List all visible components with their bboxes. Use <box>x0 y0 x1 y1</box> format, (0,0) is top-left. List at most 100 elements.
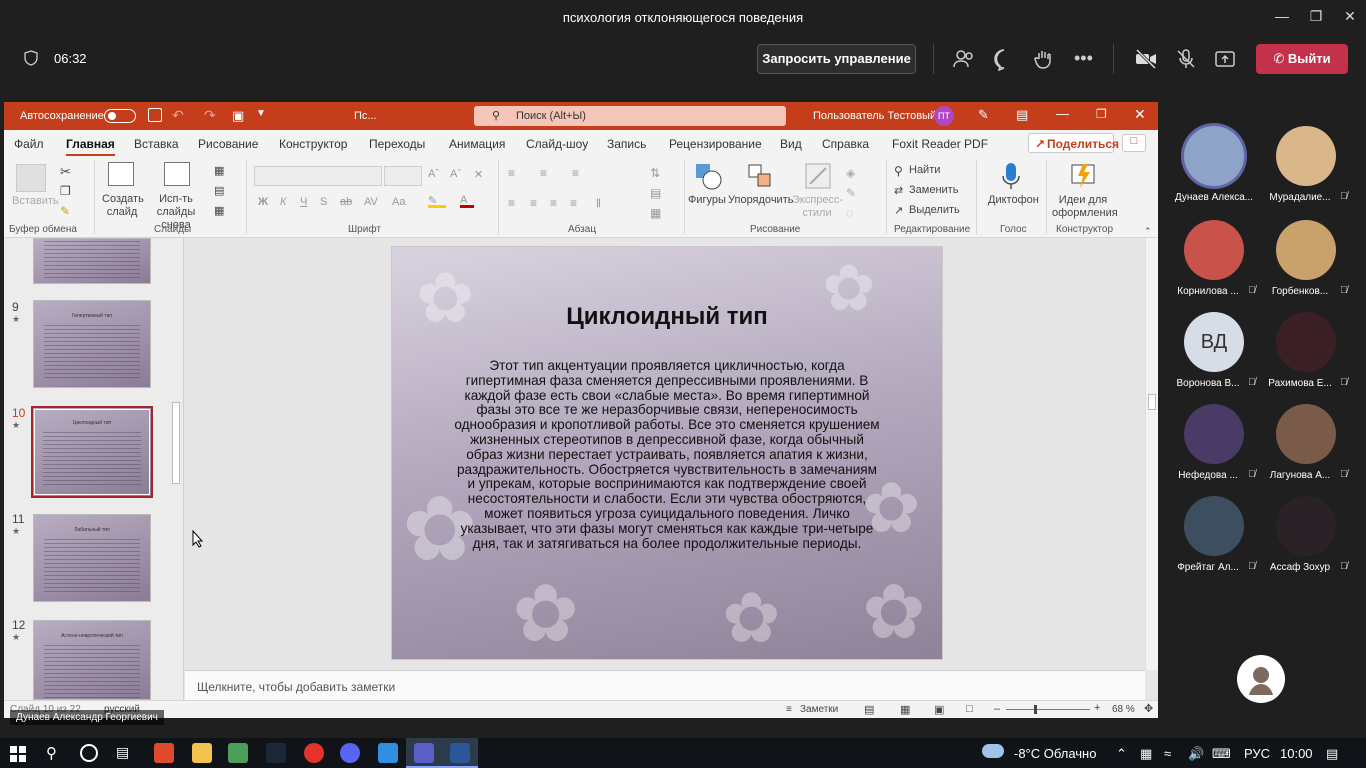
find-label[interactable]: Найти <box>909 164 940 176</box>
tab-slideshow[interactable]: Слайд-шоу <box>526 137 588 151</box>
new-slide-icon[interactable] <box>108 162 134 186</box>
change-case-icon[interactable]: Aa <box>392 196 405 208</box>
pen-icon[interactable]: ✎ <box>978 107 989 123</box>
shrink-font-icon[interactable]: Aˇ <box>450 168 461 180</box>
find-icon[interactable]: ⚲ <box>894 164 903 178</box>
align-text-icon[interactable]: ▤ <box>650 186 661 200</box>
document-name[interactable]: Пс... <box>354 110 377 122</box>
steam-icon[interactable] <box>266 743 286 763</box>
slide-scrollbar[interactable] <box>1145 238 1158 670</box>
participant-tile[interactable]: Мурадалие... 🎙̸ <box>1260 126 1352 218</box>
discord-icon[interactable] <box>340 743 360 763</box>
design-ideas-icon[interactable] <box>1070 162 1096 190</box>
fit-slide-icon[interactable]: ✥ <box>1144 702 1153 715</box>
tab-transitions[interactable]: Переходы <box>369 137 425 151</box>
pp-minimize-icon[interactable]: — <box>1056 106 1069 121</box>
participant-tile[interactable]: Дунаев Алекса... <box>1168 126 1260 218</box>
autosave-toggle[interactable] <box>104 109 136 123</box>
clear-format-icon[interactable]: ✕ <box>474 168 483 181</box>
numbering-icon[interactable]: ≡ <box>540 166 547 180</box>
mic-off-icon[interactable] <box>1174 47 1198 71</box>
bullets-icon[interactable]: ≡ <box>508 166 515 180</box>
word-taskbar-button[interactable] <box>442 738 478 768</box>
zoom-out-icon[interactable]: – <box>994 703 1000 715</box>
columns-icon[interactable]: ‖ <box>596 196 601 210</box>
slide-thumbnail-11[interactable]: Лабильный тип <box>33 514 151 602</box>
windows-start-icon[interactable] <box>10 746 26 762</box>
slide-thumbnail-10-selected[interactable]: Циклоидный тип <box>31 406 153 498</box>
participant-tile[interactable]: Рахимова Е... 🎙̸ <box>1260 312 1352 404</box>
tab-review[interactable]: Рецензирование <box>669 137 762 151</box>
ribbon-display-icon[interactable]: ▤ <box>1016 107 1028 123</box>
collapse-ribbon-icon[interactable]: ⌃ <box>1144 226 1152 237</box>
replace-label[interactable]: Заменить <box>909 184 958 196</box>
share-button[interactable]: ↗ Поделиться <box>1028 133 1119 153</box>
self-view-avatar[interactable] <box>1237 655 1285 703</box>
tab-animations[interactable]: Анимация <box>449 137 505 151</box>
slide-thumbnail-9[interactable]: Гипертимный тип <box>33 300 151 388</box>
slide-title[interactable]: Циклоидный тип <box>392 303 942 331</box>
reuse-slides-icon[interactable] <box>164 162 190 186</box>
font-size-dropdown[interactable] <box>384 166 422 186</box>
new-slide-label[interactable]: Создать слайд <box>102 193 144 219</box>
minimize-icon[interactable]: — <box>1272 6 1292 26</box>
participant-tile[interactable]: Ассаф Зохур 🎙̸ <box>1260 496 1352 588</box>
strikethrough-icon[interactable]: ab <box>340 196 352 208</box>
volume-icon[interactable]: 🔊 <box>1188 746 1204 762</box>
slide-thumbnail-8[interactable] <box>33 238 151 284</box>
present-icon[interactable]: ▣ <box>232 108 244 124</box>
weather-text[interactable]: -8°C Облачно <box>1014 746 1096 761</box>
current-slide[interactable]: ✿ ✿ ✿ ✿ ✿ ✿ ✿ Циклоидный тип Этот тип ак… <box>391 246 943 660</box>
quick-styles-label[interactable]: Экспресс-стили <box>792 194 843 220</box>
copy-icon[interactable]: ❐ <box>60 184 71 198</box>
notes-toggle[interactable]: Заметки <box>800 704 838 715</box>
user-avatar[interactable]: ПТ <box>934 106 954 126</box>
format-painter-icon[interactable]: ✎ <box>60 204 70 218</box>
store-icon[interactable] <box>228 743 248 763</box>
zoom-level[interactable]: 68 % <box>1112 704 1135 715</box>
network-icon[interactable]: ▦ <box>1140 746 1152 762</box>
redo-icon[interactable]: ↷ <box>204 107 216 124</box>
tab-view[interactable]: Вид <box>780 137 802 151</box>
participant-tile[interactable]: Фрейтаг Ал... 🎙̸ <box>1168 496 1260 588</box>
select-icon[interactable]: ↗ <box>894 204 903 217</box>
select-label[interactable]: Выделить <box>909 204 960 216</box>
section-icon[interactable]: ▦ <box>214 204 224 217</box>
yandex-browser-icon[interactable] <box>304 743 324 763</box>
customize-qat-icon[interactable]: ▼ <box>256 108 266 119</box>
shapes-label[interactable]: Фигуры <box>688 194 726 206</box>
reset-icon[interactable]: ▤ <box>214 184 224 197</box>
align-center-icon[interactable]: ≡ <box>530 196 537 210</box>
italic-icon[interactable]: К <box>280 196 286 208</box>
quick-styles-icon[interactable] <box>804 162 832 190</box>
notifications-icon[interactable]: ▤ <box>1326 746 1338 762</box>
tab-draw[interactable]: Рисование <box>198 137 258 151</box>
input-language[interactable]: РУС <box>1244 746 1270 761</box>
participant-tile[interactable]: ВД Воронова В... 🎙̸ <box>1168 312 1260 404</box>
arrange-label[interactable]: Упорядочить <box>728 194 793 206</box>
participant-tile[interactable]: Корнилова ... 🎙̸ <box>1168 220 1260 312</box>
highlight-icon[interactable]: ✎ <box>428 194 446 208</box>
design-ideas-label[interactable]: Идеи для оформления <box>1052 194 1118 220</box>
file-explorer-icon[interactable] <box>192 743 212 763</box>
align-left-icon[interactable]: ≡ <box>508 196 515 210</box>
shape-effects-icon[interactable]: ◌ <box>846 206 853 220</box>
keyboard-icon[interactable]: ⌨ <box>1212 746 1231 762</box>
participants-icon[interactable] <box>952 47 976 71</box>
camera-off-icon[interactable] <box>1134 47 1158 71</box>
search-box[interactable]: ⚲ Поиск (Alt+Ы) <box>474 106 786 126</box>
shapes-icon[interactable] <box>694 162 722 190</box>
slide-body-text[interactable]: Этот тип акцентуации проявляется цикличн… <box>452 358 882 551</box>
undo-icon[interactable]: ↶ <box>172 107 184 124</box>
font-color-icon[interactable]: A <box>460 194 474 208</box>
participant-tile[interactable]: Лагунова А... 🎙̸ <box>1260 404 1352 496</box>
tab-foxit[interactable]: Foxit Reader PDF <box>892 137 988 151</box>
tab-design[interactable]: Конструктор <box>279 137 347 151</box>
tab-record[interactable]: Запись <box>607 137 646 151</box>
raise-hand-icon[interactable] <box>1032 47 1056 71</box>
paste-icon[interactable] <box>16 164 46 192</box>
app-icon[interactable] <box>154 743 174 763</box>
chevron-up-icon[interactable]: ⌃ <box>1116 746 1127 762</box>
reading-view-icon[interactable]: ▣ <box>934 703 944 716</box>
save-icon[interactable] <box>148 108 162 122</box>
